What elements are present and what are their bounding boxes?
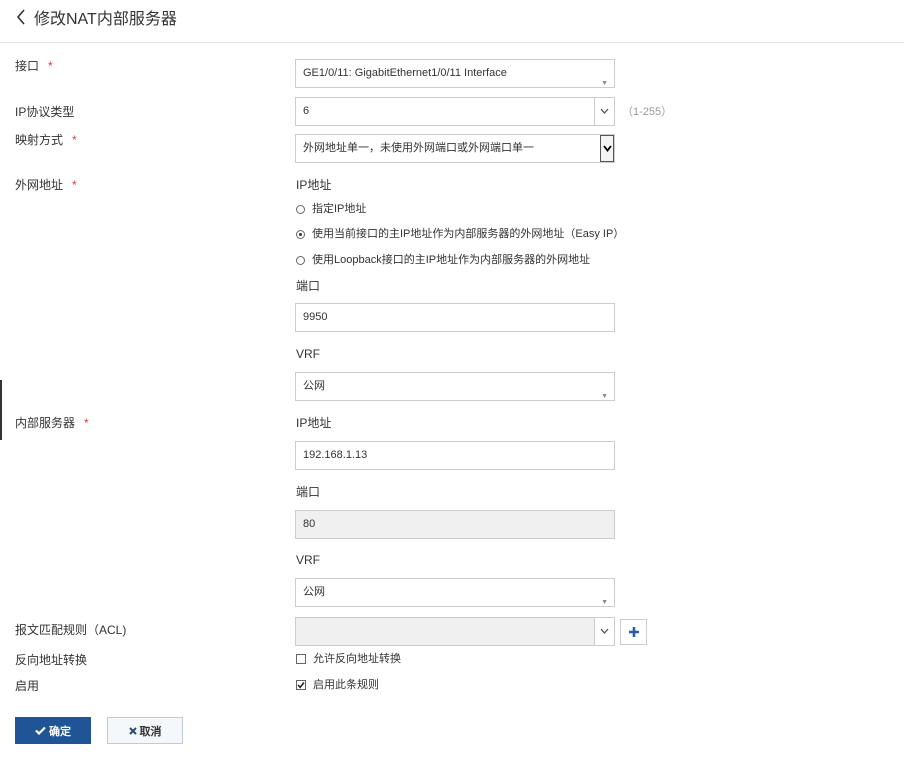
plus-icon [628,627,639,637]
mapping-select[interactable]: 外网地址单一，未使用外网端口或外网端口单一 [295,134,615,163]
ip-protocol-value: 6 [303,105,310,117]
reverse-translation-label: 反向地址转换 [15,653,88,667]
internal-server-label: 内部服务器 * [15,416,89,430]
mapping-label: 映射方式 * [15,133,77,147]
ip-protocol-combobox[interactable]: 6 [295,97,615,126]
external-port-label: 端口 [296,279,321,293]
internal-ip-label: IP地址 [296,416,332,430]
confirm-button-label: 确定 [49,725,71,738]
internal-port-value: 80 [303,518,316,530]
caret-down-icon: ▼ [601,80,608,87]
confirm-button[interactable]: 确定 [15,717,91,744]
interface-label: 接口 * [15,59,53,73]
radio-label: 使用当前接口的主IP地址作为内部服务器的外网地址（Easy IP） [312,228,625,240]
enable-label: 启用 [15,679,40,693]
external-vrf-value: 公网 [303,380,325,392]
chevron-left-icon[interactable] [16,9,26,29]
ip-protocol-label: IP协议类型 [15,105,75,119]
cancel-button[interactable]: 取消 [107,717,183,744]
scroll-indicator [0,380,2,440]
cancel-button-label: 取消 [139,725,162,738]
internal-port-input[interactable]: 80 [295,510,615,539]
internal-vrf-value: 公网 [303,586,325,598]
caret-down-icon: ▼ [601,599,608,606]
radio-button[interactable] [296,255,305,265]
enable-rule-checkbox-row[interactable]: 启用此条规则 [296,678,379,692]
external-vrf-select[interactable]: 公网 ▼ [295,372,615,401]
radio-specify-ip[interactable]: 指定IP地址 [296,202,366,216]
checkbox[interactable] [296,654,306,664]
interface-select-value: GE1/0/11: GigabitEthernet1/0/11 Interfac… [303,67,507,79]
internal-vrf-label: VRF [296,553,320,567]
close-icon [128,726,137,735]
check-icon [35,726,46,735]
external-ip-label: IP地址 [296,178,332,192]
radio-button[interactable] [296,229,305,239]
acl-combobox[interactable] [295,617,615,646]
mapping-select-value: 外网地址单一，未使用外网端口或外网端口单一 [303,142,534,154]
internal-ip-input[interactable]: 192.168.1.13 [295,441,615,470]
page-title: 修改NAT内部服务器 [34,11,177,28]
external-port-value: 9950 [303,311,328,323]
radio-button[interactable] [296,204,305,214]
chevron-down-icon[interactable] [594,98,614,125]
radio-loopback-ip[interactable]: 使用Loopback接口的主IP地址作为内部服务器的外网地址 [296,253,590,267]
radio-easy-ip[interactable]: 使用当前接口的主IP地址作为内部服务器的外网地址（Easy IP） [296,227,624,241]
internal-ip-value: 192.168.1.13 [303,449,368,461]
allow-reverse-checkbox-row[interactable]: 允许反向地址转换 [296,652,401,666]
select-arrow-icon [600,135,614,162]
internal-vrf-select[interactable]: 公网 ▼ [295,578,615,607]
radio-label: 使用Loopback接口的主IP地址作为内部服务器的外网地址 [312,254,591,266]
external-port-input[interactable]: 9950 [295,303,615,332]
checkbox-checked[interactable] [296,680,306,690]
chevron-down-icon[interactable] [594,618,614,645]
internal-port-label: 端口 [296,485,321,499]
checkbox-label: 启用此条规则 [313,679,379,691]
add-acl-button[interactable] [620,619,647,645]
external-vrf-label: VRF [296,347,320,361]
radio-label: 指定IP地址 [312,203,367,215]
checkmark-icon [297,682,305,689]
acl-label: 报文匹配规则（ACL) [15,623,127,637]
ip-protocol-range-hint: （1-255） [622,106,673,118]
external-address-label: 外网地址 * [15,178,77,192]
checkbox-label: 允许反向地址转换 [313,653,401,665]
interface-select[interactable]: GE1/0/11: GigabitEthernet1/0/11 Interfac… [295,59,615,88]
caret-down-icon: ▼ [601,393,608,400]
